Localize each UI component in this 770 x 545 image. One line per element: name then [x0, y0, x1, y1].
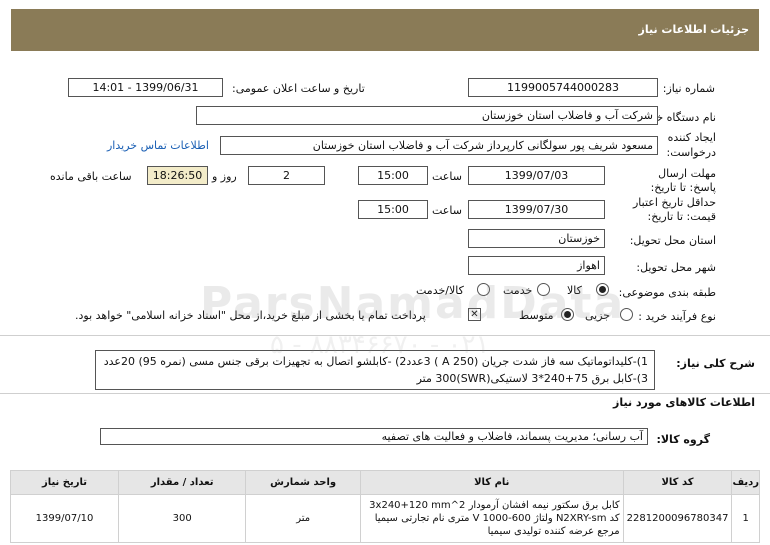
need-number-field: 1199005744000283 [468, 78, 658, 97]
buyer-contact-link[interactable]: اطلاعات تماس خریدار [107, 139, 209, 152]
description-label: شرح کلی نیاز: [676, 357, 755, 370]
deadline-time-word: ساعت [432, 170, 462, 183]
cell-date: 1399/07/10 [10, 494, 119, 543]
need-number-label: شماره نیاز: [662, 82, 715, 95]
cell-unit: متر [245, 494, 361, 543]
days-word: روز و [212, 170, 237, 183]
province-label: استان محل تحویل: [629, 234, 716, 247]
cell-name: کابل برق سکتور نیمه افشان آرمودار 3x240+… [359, 494, 624, 543]
col-header-name: نام کالا [359, 470, 624, 495]
process-label: نوع فرآیند خرید : [638, 310, 716, 323]
buyer-field: شرکت آب و فاضلاب استان خوزستان [196, 106, 658, 125]
creator-field: مسعود شریف پور سولگانی کارپرداز شرکت آب … [220, 136, 658, 155]
col-header-qty: تعداد / مقدار [117, 470, 247, 495]
deadline-label: مهلت ارسال پاسخ: تا تاریخ: [650, 167, 716, 194]
col-header-index: ردیف [731, 470, 760, 495]
city-label: شهر محل تحویل: [636, 261, 716, 274]
validity-label: حداقل تاریخ اعتبار قیمت: تا تاریخ: [632, 196, 716, 223]
deadline-time-field: 15:00 [358, 166, 428, 185]
validity-time-word: ساعت [432, 204, 462, 217]
table-row[interactable]: 1 2281200096780347 کابل برق سکتور نیمه ا… [10, 494, 760, 543]
col-header-unit: واحد شمارش [245, 470, 361, 495]
page-title: جزئیات اطلاعات نیاز [638, 23, 750, 36]
goods-group-field: آب رسانی؛ مدیریت پسماند، فاضلاب و فعالیت… [100, 428, 648, 445]
cell-code: 2281200096780347 [622, 494, 733, 543]
page-header: جزئیات اطلاعات نیاز [11, 9, 759, 51]
table-header-row: ردیف کد کالا نام کالا واحد شمارش تعداد /… [10, 470, 760, 495]
announce-field: 1399/06/31 - 14:01 [68, 78, 223, 97]
validity-time-field: 15:00 [358, 200, 428, 219]
remaining-word: ساعت باقی مانده [50, 170, 132, 183]
goods-section-title: اطلاعات کالاهای مورد نیاز [613, 396, 755, 409]
goods-table: ردیف کد کالا نام کالا واحد شمارش تعداد /… [10, 470, 760, 543]
cell-qty: 300 [117, 494, 247, 543]
divider [0, 393, 770, 394]
days-field: 2 [248, 166, 325, 185]
city-field: اهواز [468, 256, 605, 275]
cell-index: 1 [731, 494, 760, 543]
announce-label: تاریخ و ساعت اعلان عمومی: [232, 82, 365, 95]
watermark-phone: ۰۲۱ - ۸۸۳۴۶۶۷۰ - ۵ [270, 330, 490, 360]
deadline-date-field: 1399/07/03 [468, 166, 605, 185]
province-field: خوزستان [468, 229, 605, 248]
goods-group-label: گروه کالا: [656, 433, 710, 446]
col-header-code: کد کالا [622, 470, 733, 495]
validity-date-field: 1399/07/30 [468, 200, 605, 219]
col-header-date: تاریخ نیاز [10, 470, 119, 495]
watermark-brand: ParsNamadData [200, 278, 626, 329]
category-label: طبقه بندی موضوعی: [618, 286, 716, 299]
remaining-time-field: 18:26:50 [147, 166, 208, 185]
